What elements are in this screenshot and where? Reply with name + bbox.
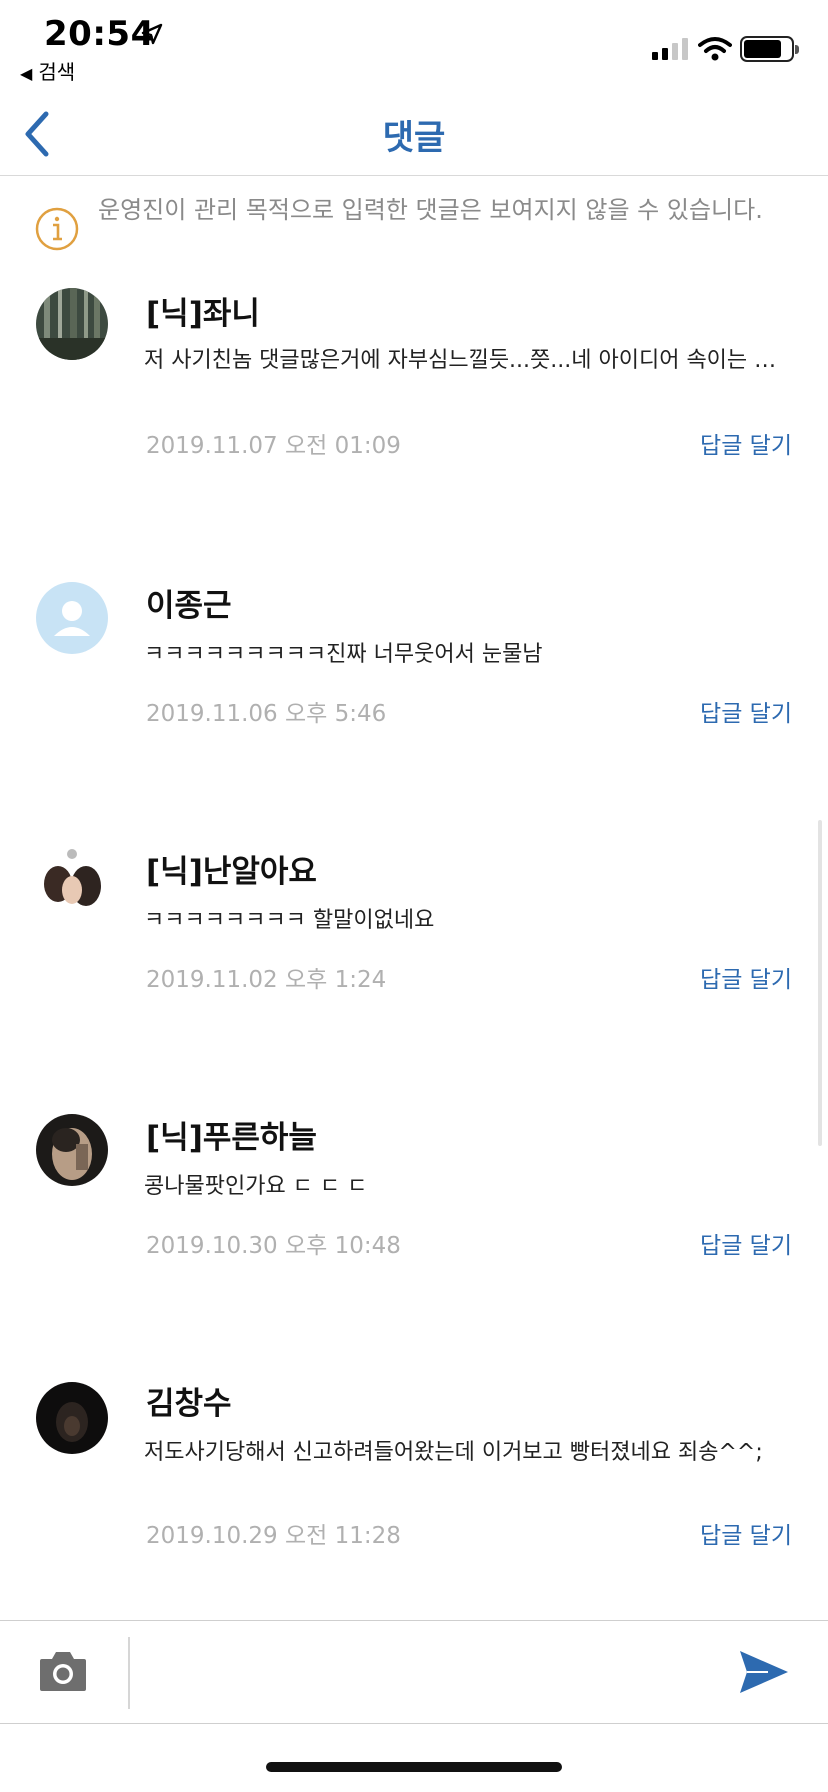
reply-button[interactable]: 답글 달기 bbox=[700, 426, 792, 460]
comment-input[interactable] bbox=[140, 1641, 720, 1705]
comment-item: 김창수 저도사기당해서 신고하려들어왔는데 이거보고 빵터졌네요 죄송^^; 2… bbox=[0, 1378, 828, 1598]
reply-button[interactable]: 답글 달기 bbox=[700, 960, 792, 994]
input-divider bbox=[128, 1637, 130, 1709]
wifi-icon bbox=[698, 37, 732, 61]
comment-body: 저 사기친놈 댓글많은거에 자부심느낄듯...쯧...네 아이디어 속이는 놈들… bbox=[144, 348, 784, 373]
battery-icon bbox=[740, 36, 799, 62]
avatar[interactable] bbox=[36, 846, 108, 918]
reply-button[interactable]: 답글 달기 bbox=[700, 1226, 792, 1260]
comment-author[interactable]: 이종근 bbox=[146, 580, 232, 625]
avatar[interactable] bbox=[36, 1114, 108, 1186]
status-time: 20:54 bbox=[44, 14, 155, 54]
camera-icon[interactable] bbox=[38, 1647, 88, 1693]
back-to-app-link[interactable]: ◀ 검색 bbox=[20, 56, 75, 85]
comment-input-bar bbox=[0, 1620, 828, 1724]
comment-date: 2019.10.30 오후 10:48 bbox=[146, 1233, 401, 1259]
comment-item: 이종근 ㅋㅋㅋㅋㅋㅋㅋㅋㅋ진짜 너무웃어서 눈물남 2019.11.06 오후 … bbox=[0, 580, 828, 800]
comment-item: [닉]좌니 저 사기친놈 댓글많은거에 자부심느낄듯...쯧...네 아이디어 … bbox=[0, 288, 828, 508]
comment-item: [닉]푸른하늘 콩나물팟인가요 ㄷ ㄷ ㄷ 2019.10.30 오후 10:4… bbox=[0, 1112, 828, 1332]
comments-screen: 20:54 ◀ 검색 댓글 운영진이 관리 목적으로 입력한 댓글은 보여지지 않… bbox=[0, 0, 828, 1792]
notice-text: 운영진이 관리 목적으로 입력한 댓글은 보여지지 않을 수 있습니다. bbox=[98, 196, 763, 224]
navigation-bar: 댓글 bbox=[0, 92, 828, 176]
comment-body: ㅋㅋㅋㅋㅋㅋㅋㅋㅋ진짜 너무웃어서 눈물남 bbox=[144, 642, 543, 667]
back-app-label: 검색 bbox=[38, 60, 76, 84]
comment-author[interactable]: 김창수 bbox=[146, 1378, 232, 1423]
comment-item: [닉]난알아요 ㅋㅋㅋㅋㅋㅋㅋㅋ 할말이없네요 2019.11.02 오후 1:… bbox=[0, 846, 828, 1066]
reply-button[interactable]: 답글 달기 bbox=[700, 1516, 792, 1550]
comment-date: 2019.10.29 오전 11:28 bbox=[146, 1523, 401, 1549]
reply-button[interactable]: 답글 달기 bbox=[700, 694, 792, 728]
comment-date: 2019.11.07 오전 01:09 bbox=[146, 433, 401, 459]
notice-banner: 운영진이 관리 목적으로 입력한 댓글은 보여지지 않을 수 있습니다. bbox=[34, 194, 794, 264]
cellular-signal-icon bbox=[652, 38, 688, 60]
comment-body: ㅋㅋㅋㅋㅋㅋㅋㅋ 할말이없네요 bbox=[144, 908, 435, 933]
comment-author[interactable]: [닉]푸른하늘 bbox=[146, 1112, 317, 1157]
back-triangle-icon: ◀ bbox=[20, 64, 33, 83]
send-icon[interactable] bbox=[738, 1647, 790, 1697]
avatar[interactable] bbox=[36, 1382, 108, 1454]
avatar[interactable] bbox=[36, 288, 108, 360]
comment-author[interactable]: [닉]좌니 bbox=[146, 288, 260, 333]
avatar[interactable] bbox=[36, 582, 108, 654]
home-indicator[interactable] bbox=[266, 1762, 562, 1772]
comment-body: 콩나물팟인가요 ㄷ ㄷ ㄷ bbox=[144, 1174, 368, 1199]
comment-date: 2019.11.06 오후 5:46 bbox=[146, 701, 387, 727]
comment-date: 2019.11.02 오후 1:24 bbox=[146, 967, 387, 993]
info-icon bbox=[35, 207, 79, 251]
location-arrow-icon bbox=[141, 23, 163, 45]
page-title: 댓글 bbox=[382, 118, 446, 158]
comment-author[interactable]: [닉]난알아요 bbox=[146, 846, 317, 891]
scrollbar[interactable] bbox=[818, 820, 822, 1146]
comment-body: 저도사기당해서 신고하려들어왔는데 이거보고 빵터졌네요 죄송^^; bbox=[144, 1440, 763, 1465]
